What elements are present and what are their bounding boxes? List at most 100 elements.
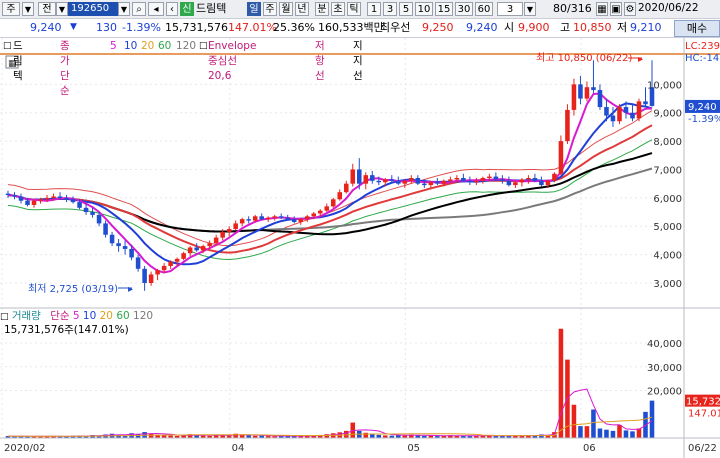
candle-body (454, 178, 460, 180)
type-select[interactable]: 주 (2, 2, 20, 16)
candle-body (363, 175, 369, 184)
gear-icon[interactable]: ⚙ (624, 2, 636, 16)
price-volume-chart[interactable]: 3,000 4,000 5,000 6,000 7,000 8,000 9,000 10,00… (0, 38, 720, 458)
candle-body (116, 243, 121, 247)
date-tick-label: 2020/02 (4, 443, 46, 454)
interval-1[interactable]: 1 (367, 2, 381, 16)
candle-body (558, 141, 564, 174)
period-tick[interactable]: 틱 (347, 2, 361, 16)
price-tick-label: 3,000 (653, 279, 682, 290)
prev-icon[interactable]: ‹ (166, 2, 178, 16)
down-arrow-icon: ▼ (70, 22, 77, 32)
legend-ma10: 10 (124, 40, 138, 52)
current-price-tag-pct: -1.39% (688, 114, 720, 125)
candle-body (278, 216, 284, 218)
legend-ma120: 120 (176, 40, 197, 52)
date-tick-label: 04 (232, 443, 245, 454)
volume-bar (578, 426, 583, 438)
volume-bar (649, 400, 655, 438)
period-second[interactable]: 초 (331, 2, 345, 16)
candle-body (409, 178, 414, 181)
buy-button[interactable]: 매수 (674, 20, 720, 37)
price-tick-label: 7,000 (653, 165, 682, 176)
chevron-down-icon[interactable]: ▼ (56, 2, 68, 16)
price-tick-label: 4,000 (653, 251, 682, 262)
candle-body (174, 258, 180, 262)
candle-body (448, 179, 453, 181)
candle-body (181, 253, 186, 259)
arrow-right-icon: ▸ (128, 284, 133, 295)
market-select[interactable]: 전 (38, 2, 56, 16)
candle-body (187, 247, 193, 254)
legend-ma20: 20 (141, 40, 155, 52)
legend-stock-name: 드림텍 (13, 40, 23, 82)
interval-10[interactable]: 10 (415, 2, 433, 16)
chevron-down-icon[interactable]: ▼ (118, 2, 130, 16)
candle-body (597, 90, 603, 108)
candle-body (57, 196, 63, 198)
candle-body (246, 219, 251, 221)
quote-bar: 9,240 ▼ 130 -1.39% 15,731,576 147.01% 25… (0, 19, 720, 38)
candle-body (168, 261, 173, 266)
candle-body (233, 223, 238, 230)
period-minute[interactable]: 분 (315, 2, 329, 16)
candle-body (213, 237, 219, 244)
candle-body (148, 274, 154, 283)
legend-toggle-icon[interactable]: □ (0, 312, 9, 322)
speaker-icon[interactable]: ◂ (148, 2, 164, 16)
high-price: 10,850 (573, 21, 612, 34)
volume-bar (597, 428, 603, 438)
period-month[interactable]: 월 (279, 2, 293, 16)
volume-value: 15,731,576 (165, 21, 228, 34)
save-icon[interactable]: ▣ (610, 2, 622, 16)
period-day[interactable]: 일 (247, 2, 261, 16)
chevron-down-icon[interactable]: ▼ (22, 2, 34, 16)
price-tick-label: 10,000 (647, 80, 682, 91)
interval-input[interactable]: 3 (497, 2, 523, 16)
volume-legend-ma-label: 단순 (50, 310, 70, 322)
credit-badge: 신 (180, 2, 194, 16)
candle-body (643, 101, 648, 105)
candle-body (356, 169, 362, 184)
stock-code-input[interactable]: 192650 (68, 2, 118, 16)
candle-body (474, 180, 479, 183)
lc-label: LC:239, (685, 41, 720, 52)
candle-body (311, 213, 317, 217)
period-year[interactable]: 년 (295, 2, 309, 16)
candle-body (51, 196, 56, 198)
interval-60[interactable]: 60 (475, 2, 493, 16)
interval-30[interactable]: 30 (455, 2, 473, 16)
legend-toggle-icon[interactable]: □ (3, 39, 12, 54)
interval-3[interactable]: 3 (383, 2, 397, 16)
current-price-tag-text: 9,240 (688, 102, 717, 113)
stock-name: 드림텍 (196, 2, 227, 15)
candle-body (467, 180, 473, 183)
candle-body (25, 200, 30, 205)
search-icon[interactable]: ⌕ (132, 2, 146, 16)
date-tick-label: 05 (407, 443, 420, 454)
current-volume-tag-pct: 147.01 (688, 409, 720, 420)
bid-price: 9,250 (422, 21, 454, 34)
volume-bar (363, 432, 369, 438)
price-tick-label: 8,000 (653, 137, 682, 148)
interval-15[interactable]: 15 (435, 2, 453, 16)
toolbar: 주 ▼ 전 ▼ 192650 ▼ ⌕ ◂ ‹ 신 드림텍 일 주 월 년 분 초… (0, 0, 720, 19)
candle-body (135, 257, 141, 269)
candle-body (383, 179, 388, 183)
candle-body (142, 268, 147, 283)
candle-body (428, 182, 434, 186)
grid-icon[interactable]: ▦ (596, 2, 608, 16)
legend-toggle-icon[interactable]: □ (199, 39, 208, 54)
candle-body (461, 178, 466, 181)
candle-body (350, 169, 356, 184)
candle-body (506, 180, 512, 186)
candle-body (298, 219, 304, 222)
high-label: 고 (560, 21, 571, 34)
interval-5[interactable]: 5 (399, 2, 413, 16)
volume-bar (584, 426, 590, 438)
candle-body (239, 219, 245, 224)
candle-body (96, 214, 102, 224)
candle-body (578, 84, 583, 99)
period-week[interactable]: 주 (263, 2, 277, 16)
chevron-down-icon[interactable]: ▼ (524, 2, 536, 16)
